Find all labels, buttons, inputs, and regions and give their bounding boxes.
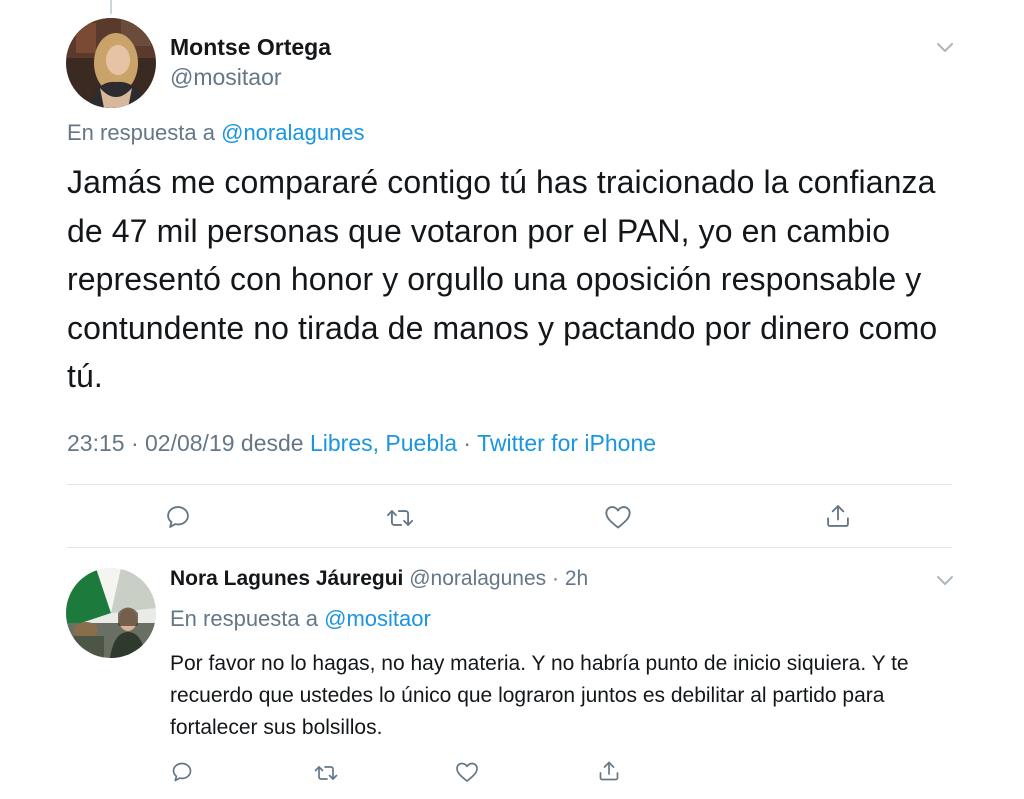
chevron-down-icon[interactable] xyxy=(936,575,954,587)
reply-button[interactable] xyxy=(164,503,192,531)
retweet-button[interactable] xyxy=(313,761,339,785)
tweet-timestamp[interactable]: 23:15 · 02/08/19 desde xyxy=(67,430,310,456)
meta-separator: · xyxy=(457,430,478,456)
tweet-meta: 23:15 · 02/08/19 desde Libres, Puebla · … xyxy=(67,430,656,457)
reply-handle-link[interactable]: @noralagunes xyxy=(221,120,364,145)
reply-header: Nora Lagunes Jáuregui @noralagunes · 2h xyxy=(170,567,588,591)
tweet-text: Por favor no lo hagas, no hay materia. Y… xyxy=(170,652,909,739)
reply-button[interactable] xyxy=(170,760,194,784)
tweet-text: Jamás me compararé contigo tú has traici… xyxy=(67,164,938,394)
author-name[interactable]: Nora Lagunes Jáuregui xyxy=(170,567,403,590)
reply-icon xyxy=(172,762,192,782)
like-button[interactable] xyxy=(455,761,479,783)
time-separator: · xyxy=(546,567,565,590)
main-tweet: Montse Ortega @mositaor En respuesta a @… xyxy=(0,0,1024,548)
retweet-icon xyxy=(386,510,414,526)
author-handle[interactable]: @mositaor xyxy=(170,64,282,91)
share-icon xyxy=(827,505,849,527)
divider xyxy=(67,484,952,485)
chevron-down-icon[interactable] xyxy=(936,42,954,54)
retweet-button[interactable] xyxy=(385,504,415,532)
reply-prefix: En respuesta a xyxy=(67,120,215,145)
retweet-icon xyxy=(314,766,338,780)
like-button[interactable] xyxy=(604,504,632,530)
divider xyxy=(67,547,952,548)
reply-icon xyxy=(167,506,189,528)
share-button[interactable] xyxy=(824,502,852,530)
avatar[interactable] xyxy=(66,568,156,658)
reply-context: En respuesta a @noralagunes xyxy=(67,120,365,146)
author-handle[interactable]: @noralagunes xyxy=(409,567,546,590)
like-icon xyxy=(456,762,478,782)
reply-context: En respuesta a @mositaor xyxy=(170,606,431,632)
source-link[interactable]: Twitter for iPhone xyxy=(477,430,656,456)
avatar[interactable] xyxy=(66,18,156,108)
share-icon xyxy=(599,761,619,781)
reply-prefix: En respuesta a xyxy=(170,606,318,631)
location-link[interactable]: Libres, Puebla xyxy=(310,430,457,456)
like-icon xyxy=(605,506,631,529)
reply-handle-link[interactable]: @mositaor xyxy=(324,606,431,631)
share-button[interactable] xyxy=(597,759,621,783)
author-name[interactable]: Montse Ortega xyxy=(170,34,331,61)
tweet-time[interactable]: 2h xyxy=(565,567,588,590)
